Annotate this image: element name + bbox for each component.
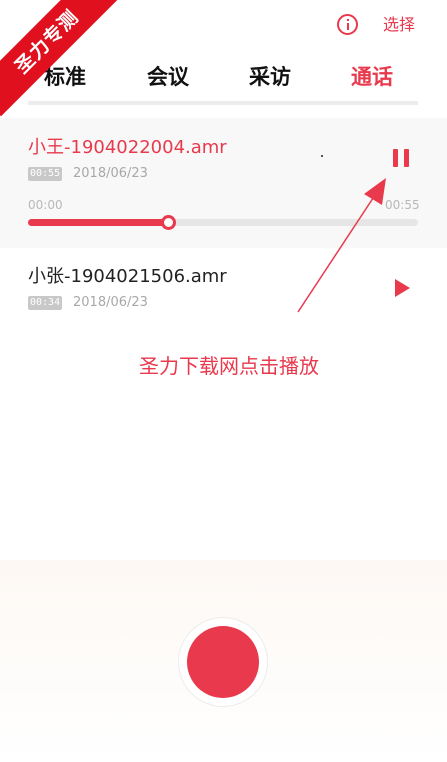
tab-bar: 标准 会议 采访 通话 xyxy=(28,60,418,106)
tab-call[interactable]: 通话 xyxy=(351,62,393,92)
record-button[interactable] xyxy=(178,617,268,707)
total-time: 00:55 xyxy=(385,198,420,212)
play-icon[interactable] xyxy=(395,279,410,297)
recording-date: 2018/06/23 xyxy=(73,166,148,181)
progress-slider[interactable] xyxy=(28,215,418,230)
tab-meeting[interactable]: 会议 xyxy=(147,62,189,92)
annotation-text: 圣力下载网点击播放 xyxy=(139,354,319,378)
progress-fill xyxy=(28,219,169,226)
recording-name: 小张-1904021506.amr xyxy=(28,266,227,287)
current-time: 00:00 xyxy=(28,198,63,212)
record-icon xyxy=(187,626,259,698)
info-icon[interactable] xyxy=(337,14,358,35)
duration-badge: 00:34 xyxy=(28,296,63,310)
pause-icon[interactable] xyxy=(393,149,411,167)
tab-interview[interactable]: 采访 xyxy=(249,62,291,92)
recording-date: 2018/06/23 xyxy=(73,295,148,310)
duration-badge: 00:55 xyxy=(28,167,63,181)
recording-name: 小王-1904022004.amr xyxy=(28,137,227,158)
select-button[interactable]: 选择 xyxy=(383,14,415,36)
tab-divider xyxy=(28,101,418,105)
